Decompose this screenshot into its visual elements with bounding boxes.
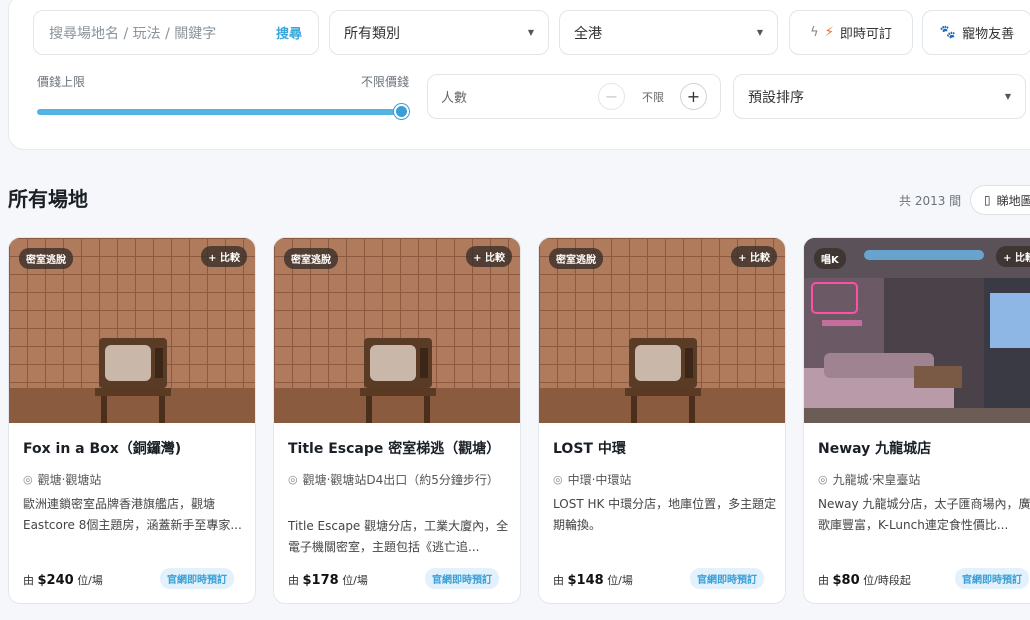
venue-card[interactable]: 密室逃脫 + 比較 LOST 中環 ◎ 中環‧中環站 LOST HK 中環分店，… <box>538 237 786 604</box>
venue-description: Title Escape 觀塘分店，工業大廈內，全電子機關密室，主題包括《逃亡追… <box>288 519 509 554</box>
compare-button[interactable]: + 比較 <box>731 246 777 267</box>
pet-label: 寵物友善 <box>962 27 1015 42</box>
price-value: $178 <box>302 573 339 588</box>
venue-title: Fox in a Box（銅鑼灣) <box>23 441 182 457</box>
venue-count: 共 2013 間 <box>899 194 962 208</box>
price-value: $240 <box>37 573 74 588</box>
search-input[interactable]: 搜尋場地名 / 玩法 / 關鍵字 搜尋 <box>33 10 319 55</box>
venue-price: 由 $178 位/場 <box>288 572 368 588</box>
location-text: 九龍城‧宋皇臺站 <box>832 473 921 487</box>
chevron-down-icon: ▼ <box>756 28 763 37</box>
venue-card[interactable]: 密室逃脫 + 比較 Title Escape 密室梯逃（觀塘） ◎ 觀塘‧觀塘站… <box>273 237 521 604</box>
compare-button[interactable]: + 比較 <box>201 246 247 267</box>
price-prefix: 由 <box>818 574 829 587</box>
category-select[interactable]: 所有類別 ▼ <box>329 10 549 55</box>
minus-button[interactable]: − <box>598 83 625 110</box>
book-now-badge[interactable]: 官網即時預訂 <box>425 568 499 589</box>
venue-title: Neway 九龍城店 <box>818 441 932 457</box>
paw-icon: 🐾 <box>939 25 957 40</box>
map-button-label: 睇地圖 <box>996 193 1030 208</box>
venue-description: LOST HK 中環分店，地庫位置，多主題定期輪換。 <box>553 497 777 532</box>
price-prefix: 由 <box>288 574 299 587</box>
location-pin-icon: ◎ <box>288 473 298 486</box>
compare-button[interactable]: + 比較 <box>466 246 512 267</box>
search-button[interactable]: 搜尋 <box>276 23 302 42</box>
region-select[interactable]: 全港 ▼ <box>559 10 778 55</box>
venue-photo: 密室逃脫 + 比較 <box>274 238 520 423</box>
category-value: 所有類別 <box>344 25 400 42</box>
section-title: 所有場地 <box>8 187 88 211</box>
book-now-badge[interactable]: 官網即時預訂 <box>160 568 234 589</box>
venue-price: 由 $240 位/場 <box>23 572 103 588</box>
venue-photo: 密室逃脫 + 比較 <box>9 238 255 423</box>
sort-select[interactable]: 預設排序 ▼ <box>733 74 1026 119</box>
category-tag: 密室逃脫 <box>549 248 603 269</box>
region-value: 全港 <box>574 25 602 42</box>
category-tag: 密室逃脫 <box>284 248 338 269</box>
venue-photo: 唱K + 比較 <box>804 238 1030 423</box>
venue-card[interactable]: 密室逃脫 + 比較 Fox in a Box（銅鑼灣) ◎ 觀塘‧觀塘站 歐洲連… <box>8 237 256 604</box>
people-value: 不限 <box>642 91 664 104</box>
venue-location: ◎ 觀塘‧觀塘站D4出口（約5分鐘步行） <box>288 471 513 490</box>
venue-description: Neway 九龍城分店，太子匯商場內，廣東歌庫豐富，K-Lunch連定食性價比.… <box>818 497 1030 532</box>
compare-button[interactable]: + 比較 <box>996 246 1030 267</box>
venue-price: 由 $148 位/場 <box>553 572 633 588</box>
pet-friendly-toggle[interactable]: 🐾 寵物友善 <box>922 10 1030 55</box>
venue-location: ◎ 九龍城‧宋皇臺站 <box>818 471 1030 490</box>
location-text: 觀塘‧觀塘站 <box>37 473 102 487</box>
chevron-down-icon: ▼ <box>1004 92 1011 101</box>
price-unit: 位/場 <box>77 574 103 587</box>
search-placeholder: 搜尋場地名 / 玩法 / 關鍵字 <box>49 25 217 42</box>
venue-location: ◎ 中環‧中環站 <box>553 471 778 490</box>
price-value: $148 <box>567 573 604 588</box>
people-label: 人數 <box>441 91 468 106</box>
price-unit: 位/場 <box>342 574 368 587</box>
category-tag: 密室逃脫 <box>19 248 73 269</box>
location-text: 中環‧中環站 <box>567 473 632 487</box>
map-icon: ▯ <box>984 193 991 207</box>
instant-label: 即時可訂 <box>839 27 892 42</box>
venue-title: LOST 中環 <box>553 441 626 457</box>
bolt-outline-icon: ϟ <box>810 25 819 40</box>
price-prefix: 由 <box>23 574 34 587</box>
bolt-icon: ⚡ <box>824 25 834 40</box>
price-slider-handle[interactable] <box>394 104 409 119</box>
venue-photo: 密室逃脫 + 比較 <box>539 238 785 423</box>
instant-booking-toggle[interactable]: ϟ ⚡ 即時可訂 <box>789 10 913 55</box>
sort-value: 預設排序 <box>748 89 804 106</box>
book-now-badge[interactable]: 官網即時預訂 <box>690 568 764 589</box>
price-max-label: 不限價錢 <box>361 75 410 89</box>
category-tag: 唱K <box>814 248 846 269</box>
map-button[interactable]: ▯ 睇地圖 <box>970 185 1030 215</box>
book-now-badge[interactable]: 官網即時預訂 <box>955 568 1029 589</box>
location-pin-icon: ◎ <box>23 473 33 486</box>
location-text: 觀塘‧觀塘站D4出口（約5分鐘步行） <box>302 473 499 487</box>
price-unit: 位/時段起 <box>863 574 911 587</box>
venue-location: ◎ 觀塘‧觀塘站 <box>23 471 248 490</box>
people-stepper: 人數 − 不限 + <box>427 74 721 119</box>
venue-description: 歐洲連鎖密室品牌香港旗艦店，觀塘 Eastcore 8個主題房，涵蓋新手至專家.… <box>23 497 242 532</box>
price-limit-label: 價錢上限 <box>37 75 86 89</box>
price-slider-track[interactable] <box>37 109 401 115</box>
price-unit: 位/場 <box>607 574 633 587</box>
location-pin-icon: ◎ <box>818 473 828 486</box>
chevron-down-icon: ▼ <box>527 28 534 37</box>
venue-price: 由 $80 位/時段起 <box>818 572 911 588</box>
venue-card[interactable]: 唱K + 比較 Neway 九龍城店 ◎ 九龍城‧宋皇臺站 Neway 九龍城分… <box>803 237 1030 604</box>
venue-title: Title Escape 密室梯逃（觀塘） <box>288 441 501 457</box>
price-prefix: 由 <box>553 574 564 587</box>
price-value: $80 <box>832 573 860 588</box>
plus-button[interactable]: + <box>680 83 707 110</box>
location-pin-icon: ◎ <box>553 473 563 486</box>
